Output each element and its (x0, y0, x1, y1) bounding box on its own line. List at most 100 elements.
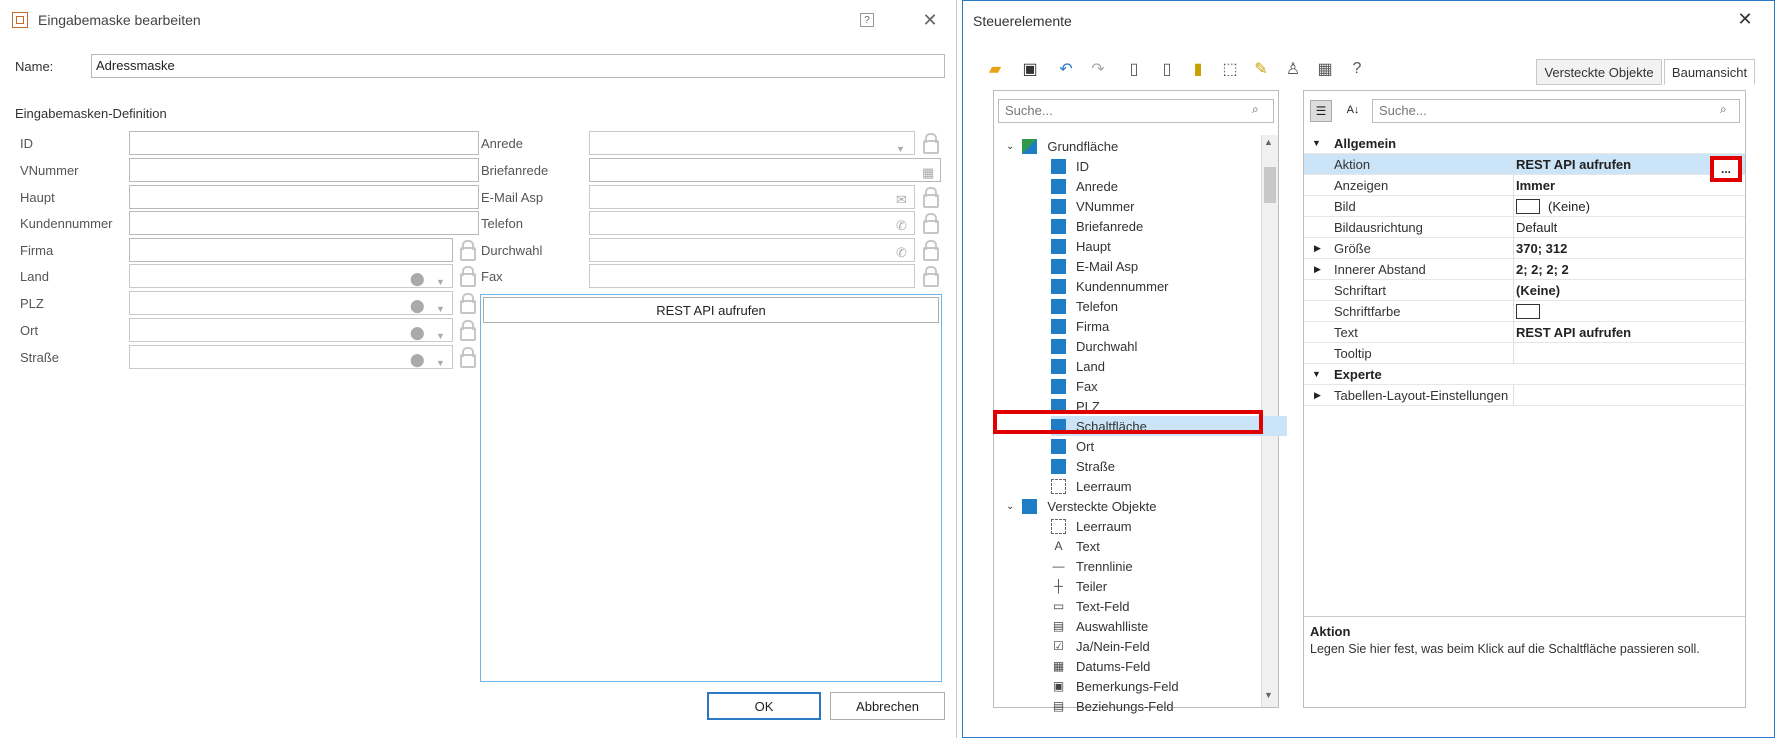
tree-item[interactable]: ☑ Ja/Nein-Feld (1051, 636, 1150, 656)
name-input[interactable]: Adressmaske (91, 54, 945, 78)
scroll-up-icon[interactable]: ▲ (1264, 137, 1273, 147)
expand-icon[interactable]: ▶ (1314, 243, 1321, 254)
briefanrede-input[interactable]: ▦ (589, 158, 941, 182)
expand-icon[interactable]: ▶ (1314, 264, 1321, 275)
property-row[interactable]: Text REST API aufrufen (1304, 321, 1745, 343)
help-circle-icon[interactable]: ? (1345, 57, 1369, 81)
sort-az-icon[interactable]: A↓ (1342, 100, 1364, 122)
tree-item[interactable]: Telefon (1051, 296, 1118, 316)
property-row[interactable]: Schriftart (Keine) (1304, 279, 1745, 301)
property-row[interactable]: Schriftfarbe (1304, 300, 1745, 322)
tree-item[interactable]: Leerraum (1051, 476, 1132, 496)
tree-item[interactable]: VNummer (1051, 196, 1135, 216)
durchwahl-input[interactable]: ✆ (589, 238, 915, 262)
firma-input[interactable] (129, 238, 453, 262)
tab-tree-view[interactable]: Baumansicht (1664, 59, 1755, 85)
ellipsis-button[interactable]: ... (1710, 156, 1742, 182)
category-allgemein[interactable]: ▼ Allgemein (1304, 133, 1745, 154)
color-swatch[interactable] (1516, 199, 1540, 214)
tree-item[interactable]: Anrede (1051, 176, 1118, 196)
section-title: Eingabemasken-Definition (15, 106, 167, 121)
close-button[interactable]: ✕ (1735, 9, 1755, 29)
ok-button[interactable]: OK (707, 692, 821, 720)
clipboard-icon[interactable]: ▮ (1186, 57, 1210, 81)
tab-hidden-objects[interactable]: Versteckte Objekte (1536, 59, 1662, 85)
plz-select[interactable]: ⬤ ▼ (129, 291, 453, 315)
telefon-input[interactable]: ✆ (589, 211, 915, 235)
label-email-asp: E-Mail Asp (481, 190, 544, 205)
property-row[interactable]: Bildausrichtung Default (1304, 216, 1745, 238)
tree-item[interactable]: Leerraum (1051, 516, 1132, 536)
property-row[interactable]: Bild (Keine) (1304, 195, 1745, 217)
tree-root-grundflaeche[interactable]: ⌄ Grundfläche (994, 136, 1118, 156)
fax-input[interactable] (589, 264, 915, 288)
kundennummer-input[interactable] (129, 211, 479, 235)
property-row[interactable]: ▶ Größe 370; 312 (1304, 237, 1745, 259)
tree-item[interactable]: ┼ Teiler (1051, 576, 1107, 596)
categorized-icon[interactable]: ☰ (1310, 100, 1332, 122)
expand-icon[interactable]: ▶ (1314, 390, 1321, 401)
new-page-icon[interactable]: ▯ (1122, 57, 1146, 81)
tree-item[interactable]: Durchwahl (1051, 336, 1137, 356)
cancel-button[interactable]: Abbrechen (830, 692, 945, 720)
tree-item[interactable]: Haupt (1051, 236, 1111, 256)
tree-item[interactable]: — Trennlinie (1051, 556, 1133, 576)
tree-item[interactable]: Fax (1051, 376, 1098, 396)
id-input[interactable] (129, 131, 479, 155)
haupt-input[interactable] (129, 185, 479, 209)
note-icon: ▣ (1052, 679, 1065, 693)
pencil-icon[interactable]: ✎ (1249, 57, 1273, 81)
tree-item[interactable]: ▦ Datums-Feld (1051, 656, 1151, 676)
undo-icon[interactable]: ↶ (1054, 57, 1078, 81)
tree-item[interactable]: ▣ Bemerkungs-Feld (1051, 676, 1179, 696)
strasse-select[interactable]: ⬤ ▼ (129, 345, 453, 369)
chevron-down-icon[interactable]: ⌄ (1006, 501, 1014, 512)
tree-item[interactable]: Straße (1051, 456, 1115, 476)
field-icon (1051, 258, 1066, 274)
tree-item[interactable]: ▭ Text-Feld (1051, 596, 1130, 616)
props-search-input[interactable]: Suche... (1372, 99, 1740, 123)
lock-icon (459, 293, 476, 314)
tree-item[interactable]: Briefanrede (1051, 216, 1143, 236)
open-folder-icon[interactable]: ▰ (983, 57, 1007, 81)
vnummer-input[interactable] (129, 158, 479, 182)
add-page-icon[interactable]: ▯ (1155, 57, 1179, 81)
tree-item[interactable]: E-Mail Asp (1051, 256, 1138, 276)
property-row[interactable]: ▶ Innerer Abstand 2; 2; 2; 2 (1304, 258, 1745, 280)
save-icon[interactable]: ▣ (1018, 57, 1042, 81)
tree-item[interactable]: ▤ Auswahlliste (1051, 616, 1148, 636)
tree-item[interactable]: A Text (1051, 536, 1099, 556)
tree-item[interactable]: Firma (1051, 316, 1109, 336)
tree-item[interactable]: Ort (1051, 436, 1094, 456)
collapse-icon[interactable]: ▼ (1312, 369, 1321, 379)
rest-api-button[interactable]: REST API aufrufen (483, 297, 939, 323)
tree-item[interactable]: ID (1051, 156, 1089, 176)
help-button[interactable]: ? (860, 13, 874, 27)
select-box-icon[interactable]: ⬚ (1218, 57, 1242, 81)
tree-search-input[interactable]: Suche... (998, 99, 1274, 123)
email-asp-input[interactable]: ✉ (589, 185, 915, 209)
land-select[interactable]: ⬤ ▼ (129, 264, 453, 288)
close-button[interactable]: ✕ (920, 10, 940, 30)
anrede-select[interactable]: ▼ (589, 131, 915, 155)
chevron-down-icon[interactable]: ⌄ (1006, 141, 1014, 152)
property-row[interactable]: ▶ Tabellen-Layout-Einstellungen (1304, 384, 1745, 406)
property-row[interactable]: Aktion REST API aufrufen (1304, 153, 1745, 175)
location-pin-icon: ⬤ (410, 325, 425, 340)
collapse-icon[interactable]: ▼ (1312, 138, 1321, 148)
redo-icon[interactable]: ↷ (1086, 57, 1110, 81)
button-container (480, 294, 942, 682)
color-swatch[interactable] (1516, 304, 1540, 319)
stamp-icon[interactable]: ♙ (1281, 57, 1305, 81)
table-icon[interactable]: ▦ (1313, 57, 1337, 81)
tree-item[interactable]: Land (1051, 356, 1105, 376)
property-row[interactable]: Anzeigen Immer (1304, 174, 1745, 196)
property-row[interactable]: Tooltip (1304, 342, 1745, 364)
scroll-down-icon[interactable]: ▼ (1264, 690, 1273, 700)
tree-root-versteckte-objekte[interactable]: ⌄ Versteckte Objekte (994, 496, 1157, 516)
tree-item[interactable]: ▤ Beziehungs-Feld (1051, 696, 1174, 716)
scroll-thumb[interactable] (1264, 167, 1276, 203)
ort-select[interactable]: ⬤ ▼ (129, 318, 453, 342)
tree-item[interactable]: Kundennummer (1051, 276, 1169, 296)
category-experte[interactable]: ▼ Experte (1304, 364, 1745, 385)
